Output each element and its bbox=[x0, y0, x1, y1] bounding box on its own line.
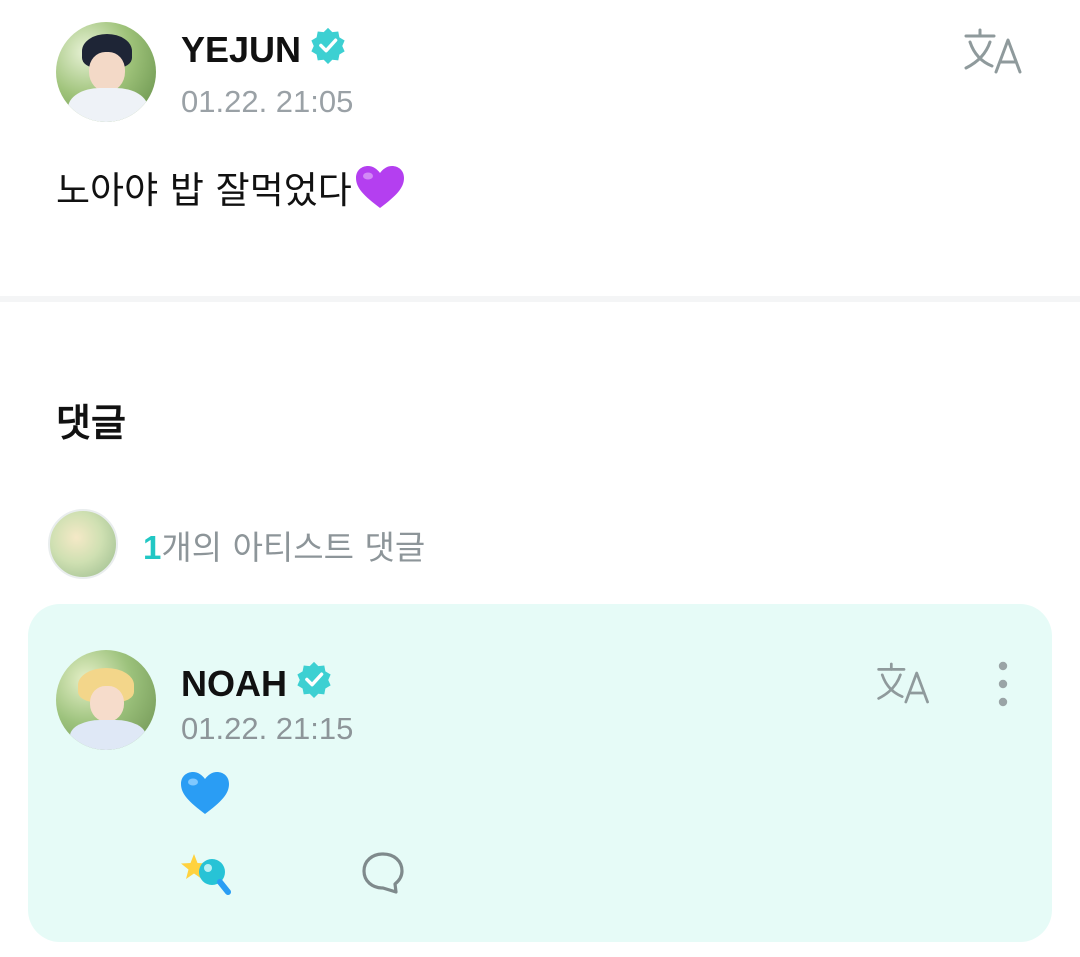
artist-comment-avatar[interactable] bbox=[48, 509, 118, 579]
avatar-shirt bbox=[70, 720, 146, 750]
comments-heading: 댓글 bbox=[56, 401, 126, 445]
avatar-face bbox=[90, 686, 124, 722]
comment-author-name[interactable]: NOAH bbox=[181, 663, 287, 705]
avatar-face bbox=[89, 52, 125, 92]
comment-timestamp: 01.22. 21:15 bbox=[181, 711, 354, 746]
artist-comment-label: 개의 아티스트 댓글 bbox=[161, 528, 426, 567]
translate-icon[interactable] bbox=[962, 26, 1026, 80]
speech-bubble-icon[interactable] bbox=[360, 850, 406, 900]
avatar-shirt bbox=[68, 88, 148, 122]
translate-icon[interactable] bbox=[875, 660, 933, 710]
artist-comment-summary[interactable]: 1 개의 아티스트 댓글 bbox=[143, 521, 425, 569]
post-author-avatar[interactable] bbox=[56, 22, 156, 122]
artist-comment-count: 1 bbox=[143, 529, 162, 566]
comment-author-avatar[interactable] bbox=[56, 650, 156, 750]
verified-badge-icon bbox=[309, 26, 347, 73]
post-body: 노아야 밥 잘먹었다 bbox=[56, 160, 406, 214]
purple-heart-emoji bbox=[354, 164, 406, 210]
post-author-line: YEJUN bbox=[181, 26, 347, 73]
section-divider bbox=[0, 296, 1080, 302]
more-vertical-icon[interactable] bbox=[990, 660, 1016, 710]
cheer-icon[interactable] bbox=[180, 850, 234, 902]
comment-author-line: NOAH bbox=[181, 660, 333, 707]
comment-body bbox=[178, 770, 232, 820]
post-author-name[interactable]: YEJUN bbox=[181, 29, 301, 71]
verified-badge-icon bbox=[295, 660, 333, 707]
blue-heart-emoji bbox=[178, 770, 232, 816]
post-text: 노아야 밥 잘먹었다 bbox=[56, 169, 352, 212]
post-timestamp: 01.22. 21:05 bbox=[181, 84, 354, 119]
